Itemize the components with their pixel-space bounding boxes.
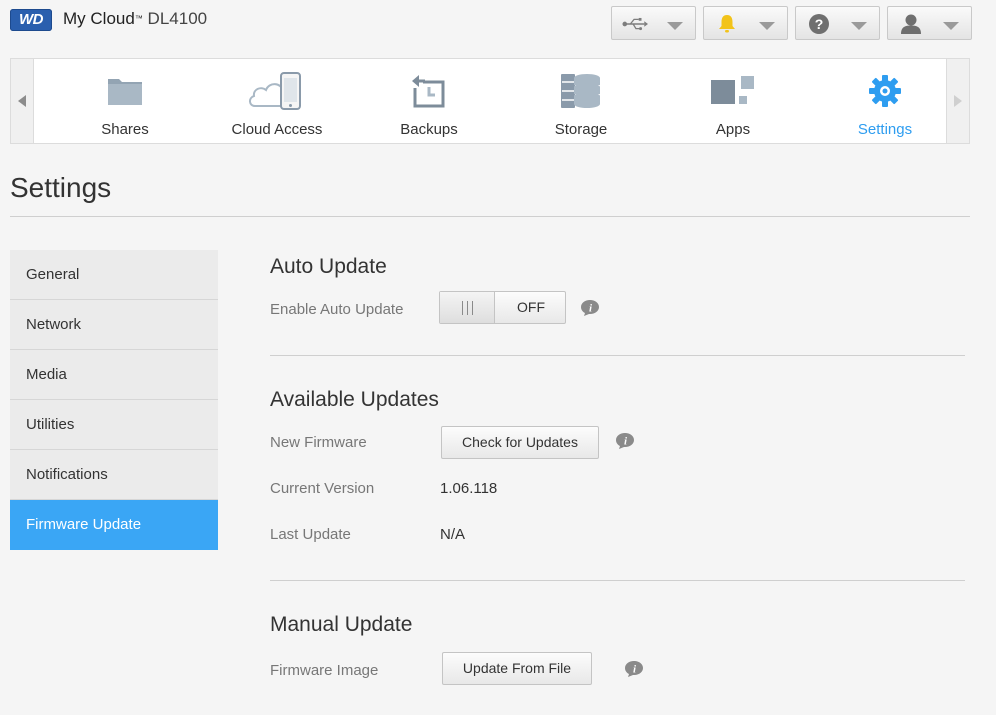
chevron-right-icon bbox=[954, 95, 962, 107]
last-update-label: Last Update bbox=[270, 526, 351, 543]
info-icon[interactable]: i bbox=[615, 432, 635, 450]
nav-item-apps[interactable]: Apps bbox=[657, 59, 809, 143]
sidebar-item-firmware-update[interactable]: Firmware Update bbox=[10, 500, 218, 550]
section-divider bbox=[270, 355, 965, 356]
chevron-down-icon bbox=[943, 22, 959, 30]
usb-icon bbox=[622, 13, 648, 35]
manual-update-title: Manual Update bbox=[270, 613, 413, 636]
brand-name: My Cloud bbox=[63, 9, 135, 28]
nav-item-label: Backups bbox=[400, 121, 458, 138]
nav-item-label: Storage bbox=[554, 121, 608, 138]
auto-update-toggle[interactable]: OFF bbox=[439, 291, 566, 324]
nav-item-shares[interactable]: Shares bbox=[49, 59, 201, 143]
auto-update-title: Auto Update bbox=[270, 255, 387, 278]
sidebar-item-utilities[interactable]: Utilities bbox=[10, 400, 218, 450]
main-nav: Shares Cloud Access Backups Storage Apps… bbox=[10, 58, 970, 144]
nav-item-storage[interactable]: Storage bbox=[505, 59, 657, 143]
nav-item-settings[interactable]: Settings bbox=[809, 59, 961, 143]
new-firmware-label: New Firmware bbox=[270, 434, 367, 451]
current-version-value: 1.06.118 bbox=[440, 480, 498, 497]
model-name: DL4100 bbox=[147, 9, 208, 28]
nav-scroll-left-button[interactable] bbox=[11, 59, 34, 143]
toggle-state: OFF bbox=[517, 299, 545, 315]
available-updates-title: Available Updates bbox=[270, 388, 439, 411]
update-from-file-button[interactable]: Update From File bbox=[442, 652, 592, 685]
help-icon: ? bbox=[806, 13, 832, 35]
svg-text:?: ? bbox=[815, 16, 824, 32]
page-title: Settings bbox=[10, 172, 112, 203]
chevron-down-icon bbox=[851, 22, 867, 30]
gear-icon bbox=[855, 69, 915, 113]
usb-button[interactable] bbox=[611, 6, 696, 40]
wd-logo[interactable]: WD bbox=[10, 9, 52, 31]
last-update-value: N/A bbox=[440, 526, 466, 543]
trademark: ™ bbox=[134, 14, 143, 23]
sidebar-item-general[interactable]: General bbox=[10, 250, 218, 300]
app-header: WD My Cloud™ DL4100 ? bbox=[0, 0, 996, 52]
enable-auto-update-label: Enable Auto Update bbox=[270, 301, 404, 318]
product-name: My Cloud™ DL4100 bbox=[63, 9, 207, 29]
settings-sidebar: General Network Media Utilities Notifica… bbox=[10, 250, 218, 550]
check-for-updates-button[interactable]: Check for Updates bbox=[441, 426, 599, 459]
user-icon bbox=[898, 13, 924, 35]
folder-icon bbox=[95, 69, 155, 113]
chevron-down-icon bbox=[667, 22, 683, 30]
title-divider bbox=[10, 216, 970, 217]
current-version-label: Current Version bbox=[270, 480, 375, 497]
apps-icon bbox=[703, 69, 763, 113]
toggle-grip[interactable] bbox=[440, 292, 495, 323]
chevron-down-icon bbox=[759, 22, 775, 30]
bell-icon bbox=[714, 13, 740, 35]
sidebar-item-media[interactable]: Media bbox=[10, 350, 218, 400]
nav-item-label: Settings bbox=[857, 121, 913, 138]
nav-item-backups[interactable]: Backups bbox=[353, 59, 505, 143]
nav-item-cloud-access[interactable]: Cloud Access bbox=[201, 59, 353, 143]
sidebar-item-notifications[interactable]: Notifications bbox=[10, 450, 218, 500]
cloud-device-icon bbox=[247, 69, 307, 113]
info-icon[interactable]: i bbox=[624, 660, 644, 678]
nav-item-label: Apps bbox=[715, 121, 751, 138]
help-button[interactable]: ? bbox=[795, 6, 880, 40]
nav-item-label: Cloud Access bbox=[231, 121, 323, 138]
user-button[interactable] bbox=[887, 6, 972, 40]
chevron-left-icon bbox=[18, 95, 26, 107]
firmware-image-label: Firmware Image bbox=[270, 662, 379, 679]
backup-icon bbox=[399, 69, 459, 113]
alerts-button[interactable] bbox=[703, 6, 788, 40]
section-divider bbox=[270, 580, 965, 581]
nav-scroll-right-button[interactable] bbox=[946, 59, 969, 143]
storage-icon bbox=[551, 69, 611, 113]
info-icon[interactable]: i bbox=[580, 299, 600, 317]
nav-item-label: Shares bbox=[101, 121, 149, 138]
sidebar-item-network[interactable]: Network bbox=[10, 300, 218, 350]
